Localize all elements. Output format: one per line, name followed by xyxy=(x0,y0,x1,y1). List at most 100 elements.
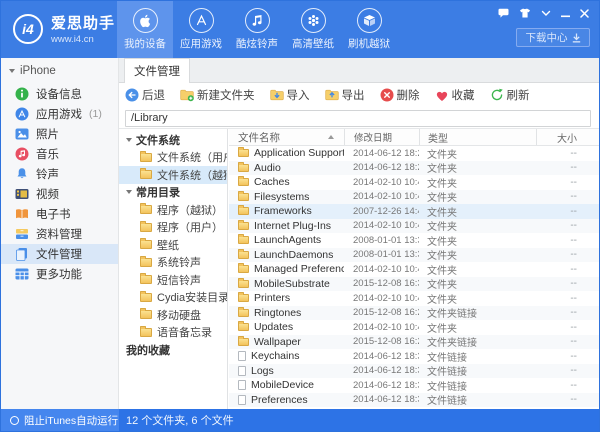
folder-icon xyxy=(140,308,152,320)
file-row[interactable]: LaunchDaemons2008-01-01 13:36文件夹-- xyxy=(229,247,599,262)
chevron-down-icon[interactable] xyxy=(541,10,551,17)
sidebar-item-apps-games[interactable]: 应用游戏 (1) xyxy=(1,104,118,124)
file-icon xyxy=(238,394,246,405)
list-body: Application Support2014-06-12 18:28文件夹--… xyxy=(229,146,599,407)
folder-icon xyxy=(140,290,152,302)
block-circle-icon xyxy=(10,415,19,425)
refresh-icon xyxy=(491,88,503,101)
file-row[interactable]: Preferences2014-06-12 18:34文件链接-- xyxy=(229,392,599,407)
toolbar-label: 删除 xyxy=(396,90,420,102)
toolbar-label: 后退 xyxy=(142,90,165,102)
file-row[interactable]: MobileSubstrate2015-12-08 16:32文件夹-- xyxy=(229,276,599,291)
tree-section-favorites[interactable]: 我的收藏 xyxy=(119,341,227,359)
tree-item-system-ringtones[interactable]: 系统铃声 xyxy=(119,254,227,272)
tree-item-cydia-install-dir[interactable]: Cydia安装目录 xyxy=(119,289,227,307)
sidebar-item-videos[interactable]: 视频 xyxy=(1,184,118,204)
ringtone-icon xyxy=(244,8,270,33)
sidebar-item-more-features[interactable]: 更多功能 xyxy=(1,264,118,284)
minimize-icon[interactable] xyxy=(561,9,570,18)
sidebar-item-data-manager[interactable]: 资料管理 xyxy=(1,224,118,244)
back-button[interactable]: 后退 xyxy=(125,87,165,103)
nav-flash-jailbreak[interactable]: 刷机越狱 xyxy=(341,1,397,58)
tree-item-apps-user[interactable]: 程序（用户） xyxy=(119,219,227,237)
file-list: 文件名称 修改日期 类型 大小 Application Support 2014-… xyxy=(229,129,599,409)
file-row[interactable]: Caches2014-02-10 10:44文件夹-- xyxy=(229,175,599,190)
nav-cool-ringtones[interactable]: 酷炫铃声 xyxy=(229,1,285,58)
toolbar-label: 导入 xyxy=(286,90,310,102)
file-row[interactable]: Application Support2014-06-12 18:28文件夹-- xyxy=(229,146,599,161)
sidebar-item-ebooks[interactable]: 电子书 xyxy=(1,204,118,224)
file-icon xyxy=(238,351,246,362)
music-icon xyxy=(15,147,29,161)
file-row[interactable]: Keychains2014-06-12 18:34文件链接-- xyxy=(229,349,599,364)
path-input[interactable] xyxy=(125,109,591,127)
export-button[interactable]: 导出 xyxy=(324,87,365,103)
nav-my-devices[interactable]: 我的设备 xyxy=(117,1,173,58)
apple-icon xyxy=(132,8,158,33)
new-folder-button[interactable]: 新建文件夹 xyxy=(180,87,255,103)
file-row[interactable]: Managed Preferences2014-02-10 10:44文件夹-- xyxy=(229,262,599,277)
file-row[interactable]: LaunchAgents2008-01-01 13:36文件夹-- xyxy=(229,233,599,248)
column-header-type[interactable]: 类型 xyxy=(419,129,536,145)
tree-item-sms-ringtones[interactable]: 短信铃声 xyxy=(119,271,227,289)
file-row[interactable]: Filesystems2014-02-10 10:44文件夹-- xyxy=(229,189,599,204)
file-row[interactable]: Ringtones2015-12-08 16:24文件夹链接-- xyxy=(229,305,599,320)
tree-item-label: 语音备忘录 xyxy=(157,327,212,340)
video-icon xyxy=(15,187,29,201)
titlebar-controls xyxy=(498,7,589,19)
nav-apps-games[interactable]: 应用游戏 xyxy=(173,1,229,58)
device-selector[interactable]: iPhone xyxy=(1,58,118,84)
sidebar-item-photos[interactable]: 照片 xyxy=(1,124,118,144)
folder-icon xyxy=(238,234,249,245)
message-icon[interactable] xyxy=(498,8,509,18)
tree-item-filesystem-jailbreak[interactable]: 文件系统（越狱） xyxy=(119,166,227,184)
column-header-name[interactable]: 文件名称 xyxy=(229,129,344,145)
tree-item-apps-jailbreak[interactable]: 程序（越狱） xyxy=(119,201,227,219)
file-row[interactable]: MobileDevice2014-06-12 18:34文件链接-- xyxy=(229,378,599,393)
tree-section-label: 我的收藏 xyxy=(126,344,170,357)
file-row[interactable]: Updates2014-02-10 10:44文件夹-- xyxy=(229,320,599,335)
delete-button[interactable]: 删除 xyxy=(380,87,420,103)
sidebar-item-file-manager[interactable]: 文件管理 xyxy=(1,244,118,264)
folder-icon xyxy=(238,277,249,288)
file-row[interactable]: Printers2014-02-10 10:44文件夹-- xyxy=(229,291,599,306)
nav-hd-wallpapers[interactable]: 高清壁纸 xyxy=(285,1,341,58)
tab-file-manager[interactable]: 文件管理 xyxy=(124,58,190,83)
block-itunes-toggle[interactable]: 阻止iTunes自动运行 xyxy=(1,409,119,431)
tree-item-label: Cydia安装目录 xyxy=(157,292,228,305)
download-center-button[interactable]: 下载中心 xyxy=(516,28,590,47)
folder-icon xyxy=(140,203,152,215)
folder-icon xyxy=(238,292,249,303)
close-icon[interactable] xyxy=(580,8,589,18)
shirt-skin-icon[interactable] xyxy=(519,8,531,18)
jailbreak-box-icon xyxy=(356,8,382,33)
sidebar-item-music[interactable]: 音乐 xyxy=(1,144,118,164)
tree-section-common-dirs[interactable]: 常用目录 xyxy=(119,184,227,202)
sidebar-item-label: 更多功能 xyxy=(36,269,82,281)
list-header: 文件名称 修改日期 类型 大小 xyxy=(229,129,599,146)
file-row[interactable]: Internet Plug-Ins2014-02-10 10:44文件夹-- xyxy=(229,218,599,233)
favorite-button[interactable]: 收藏 xyxy=(435,87,475,103)
file-row[interactable]: Audio2014-06-12 18:26文件夹-- xyxy=(229,160,599,175)
tree-item-filesystem-user[interactable]: 文件系统（用户） xyxy=(119,149,227,167)
column-header-size[interactable]: 大小 xyxy=(536,129,599,145)
sidebar-item-label: 电子书 xyxy=(36,209,71,221)
file-row[interactable]: Wallpaper2015-12-08 16:24文件夹链接-- xyxy=(229,334,599,349)
nav-label: 我的设备 xyxy=(124,38,166,50)
file-row-highlighted[interactable]: Frameworks2007-12-26 14:46文件夹-- xyxy=(229,204,599,219)
refresh-button[interactable]: 刷新 xyxy=(490,87,530,103)
sidebar-item-device-info[interactable]: 设备信息 xyxy=(1,84,118,104)
toolbar-label: 收藏 xyxy=(451,90,475,102)
sidebar-item-ringtones[interactable]: 铃声 xyxy=(1,164,118,184)
book-icon xyxy=(15,207,29,221)
tree-item-mobile-disk[interactable]: 移动硬盘 xyxy=(119,306,227,324)
tree-item-voice-memos[interactable]: 语音备忘录 xyxy=(119,324,227,342)
file-row[interactable]: Logs2014-06-12 18:34文件链接-- xyxy=(229,363,599,378)
tree-item-wallpaper[interactable]: 壁纸 xyxy=(119,236,227,254)
import-button[interactable]: 导入 xyxy=(269,87,310,103)
tree-section-filesystem[interactable]: 文件系统 xyxy=(119,131,227,149)
tree-item-label: 移动硬盘 xyxy=(157,309,201,322)
column-header-date[interactable]: 修改日期 xyxy=(344,129,419,145)
tree-item-label: 文件系统（用户） xyxy=(157,152,227,165)
tree-item-label: 系统铃声 xyxy=(157,257,201,270)
